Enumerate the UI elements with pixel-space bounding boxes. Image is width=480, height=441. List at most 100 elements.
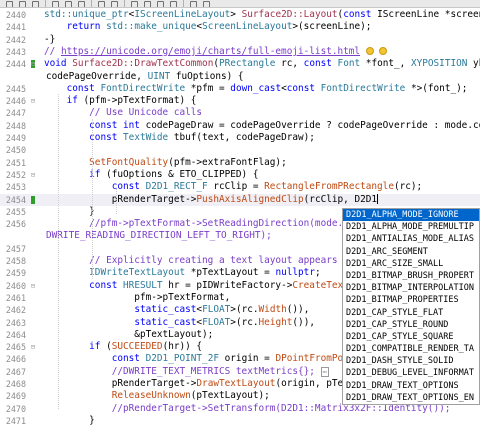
code-text: const HRESULT hr = pIDWriteFactory->Crea… [44,280,354,292]
line-number: 2469 [5,391,26,402]
code-text: // https://unicode.org/emoji/charts/full… [44,46,388,58]
code-token: Surface2D::Layout [241,9,338,20]
code-token: tbuf(text, codePageDraw); [173,132,315,143]
run-icon[interactable] [190,1,197,7]
code-token: TextWide [123,132,174,143]
code-line[interactable]: codePageOverride, UINT fuOptions) { [0,71,480,83]
autocomplete-item[interactable]: D2D1_CAP_STYLE_SQUARE [343,331,479,343]
fold-toggle-icon[interactable]: ⊟ [29,58,37,70]
autocomplete-item[interactable]: D2D1_BITMAP_PROPERTIES [343,294,479,306]
code-token: IScreenLineLayout [134,9,231,20]
code-token: static_cast [134,304,197,316]
line-number: 2452 [5,169,26,180]
code-token: (rc); [393,181,423,193]
code-text: -} [44,34,55,46]
code-token: if [89,341,107,353]
code-line[interactable]: 2450 [0,144,480,156]
cut-icon[interactable] [52,1,59,7]
code-token: pfm = [196,82,231,94]
redo-icon[interactable] [111,1,118,7]
code-text: static_cast<FLOAT>(rc.Width()), [44,304,309,316]
code-line[interactable]: 2448 const int codePageDraw = codePageOv… [0,120,480,132]
undo-icon[interactable] [98,1,105,7]
line-number: 2448 [5,120,26,131]
autocomplete-item[interactable]: D2D1_DRAW_TEXT_OPTIONS [343,380,479,392]
line-number: 2457 [5,243,26,254]
toolbar-separator [91,0,92,7]
code-token: std::unique_ptr [44,9,129,20]
code-line[interactable]: 2453 const D2D1_RECT_F rcClip = Rectangl… [0,181,480,193]
code-token: //DWRITE_TEXT_METRICS textMetrics{}; [111,365,321,377]
code-token: (rcClip, D2D1 [303,193,378,205]
code-text: const FontDirectWrite *pfm = down_cast<c… [44,82,468,95]
bookmark-icon[interactable] [203,1,210,7]
code-line[interactable]: 2451 SetFontQuality(pfm->extraFontFlag); [0,157,480,169]
line-number: 2451 [5,157,26,168]
autocomplete-item[interactable]: D2D1_CAP_STYLE_ROUND [343,319,479,331]
autocomplete-item[interactable]: D2D1_ARC_SEGMENT [343,246,479,258]
replace-icon[interactable] [144,1,151,7]
line-number: 2442 [5,34,26,45]
autocomplete-item[interactable]: D2D1_ANTIALIAS_MODE_ALIAS [343,233,479,245]
code-token: } [44,205,95,217]
code-token: font_, [371,58,411,70]
bookmark-marker-icon[interactable] [31,195,35,204]
autocomplete-item[interactable]: D2D1_COMPATIBLE_RENDER_TA [343,343,479,355]
code-token: DrawTextLayout [196,378,276,389]
autocomplete-popup[interactable]: D2D1_ALPHA_MODE_IGNORE D2D1_ALPHA_MODE_PR… [342,208,480,405]
code-text: if (SUCCEEDED(hr)) { [44,341,202,353]
code-token: *>(font_); [410,82,468,94]
autocomplete-item[interactable]: D2D1_DASH_STYLE_SOLID [343,355,479,367]
code-line[interactable]: 2452 ⊟ if (fuOptions & ETO_CLIPPED) { [0,169,480,181]
paste-icon[interactable] [78,1,85,7]
find-icon[interactable] [131,1,138,7]
code-line[interactable]: 2444 ⊟ void Surface2D::DrawTextCommon(PRec… [0,58,480,70]
code-token: Surface2D::DrawTextCommon [72,58,214,70]
code-line[interactable]: 2447 // Use Unicode calls [0,107,480,119]
save-icon[interactable] [32,1,39,7]
code-line[interactable]: 2454 pRenderTarget->PushAxisAlignedClip(… [0,193,480,206]
fold-toggle-icon[interactable]: ⊟ [29,341,37,353]
code-text: codePageOverride, UINT fuOptions) { [46,71,244,83]
fold-toggle-icon[interactable]: ⊟ [29,95,37,107]
indent-guide [92,119,93,279]
code-line[interactable]: 2440 std::unique_ptr<IScreenLineLayout> S… [0,9,480,21]
fold-toggle-icon[interactable]: ⊟ [29,280,37,292]
autocomplete-item[interactable]: D2D1_ARC_SIZE_SMALL [343,258,479,270]
autocomplete-item[interactable]: D2D1_ALPHA_MODE_PREMULTIP [343,221,479,233]
code-token: (pfm->pTextFormat) { [83,95,197,107]
code-token: ybas [473,58,480,70]
code-line[interactable]: 2446 ⊟ if (pfm->pTextFormat) { [0,95,480,107]
code-token: FontDirectWrite [100,82,191,94]
open-icon[interactable] [19,1,26,7]
code-line[interactable]: 2449 const TextWide tbuf(text, codePageD… [0,132,480,144]
autocomplete-item[interactable]: D2D1_BITMAP_BRUSH_PROPERT [343,270,479,282]
code-line[interactable]: 2441 return std::make_unique<ScreenLineL… [0,21,480,33]
code-token: std::make_unique [106,21,197,33]
new-icon[interactable] [6,1,13,7]
code-link[interactable]: https://unicode.org/emoji/charts/full-em… [61,46,360,57]
code-line[interactable]: 2445 const FontDirectWrite *pfm = down_c… [0,83,480,95]
code-line[interactable]: 2443 // https://unicode.org/emoji/charts/… [0,46,480,58]
code-text: ReleaseUnknown(pTextLayout); [44,390,270,402]
code-token: origin = [224,353,276,365]
autocomplete-item[interactable]: D2D1_DRAW_TEXT_OPTIONS_EN [343,392,479,404]
zoom-in-icon[interactable] [157,1,164,7]
code-line[interactable]: 2442 -} [0,34,480,46]
autocomplete-item[interactable]: D2D1_CAP_STYLE_FLAT [343,307,479,319]
fold-toggle-icon[interactable]: ⊟ [29,169,37,181]
zoom-out-icon[interactable] [170,1,177,7]
copy-icon[interactable] [65,1,72,7]
autocomplete-item[interactable]: D2D1_DEBUG_LEVEL_INFORMAT [343,367,479,379]
line-number: 2447 [5,108,26,119]
folded-text-indicator-icon[interactable]: ⋯ [320,366,329,377]
autocomplete-item[interactable]: D2D1_BITMAP_INTERPOLATION [343,282,479,294]
autocomplete-item[interactable]: D2D1_ALPHA_MODE_IGNORE [343,209,479,222]
line-number: 2455 [5,206,26,217]
code-line[interactable]: 2471 } [0,415,480,427]
code-text: return std::make_unique<ScreenLineLayout… [44,21,372,33]
